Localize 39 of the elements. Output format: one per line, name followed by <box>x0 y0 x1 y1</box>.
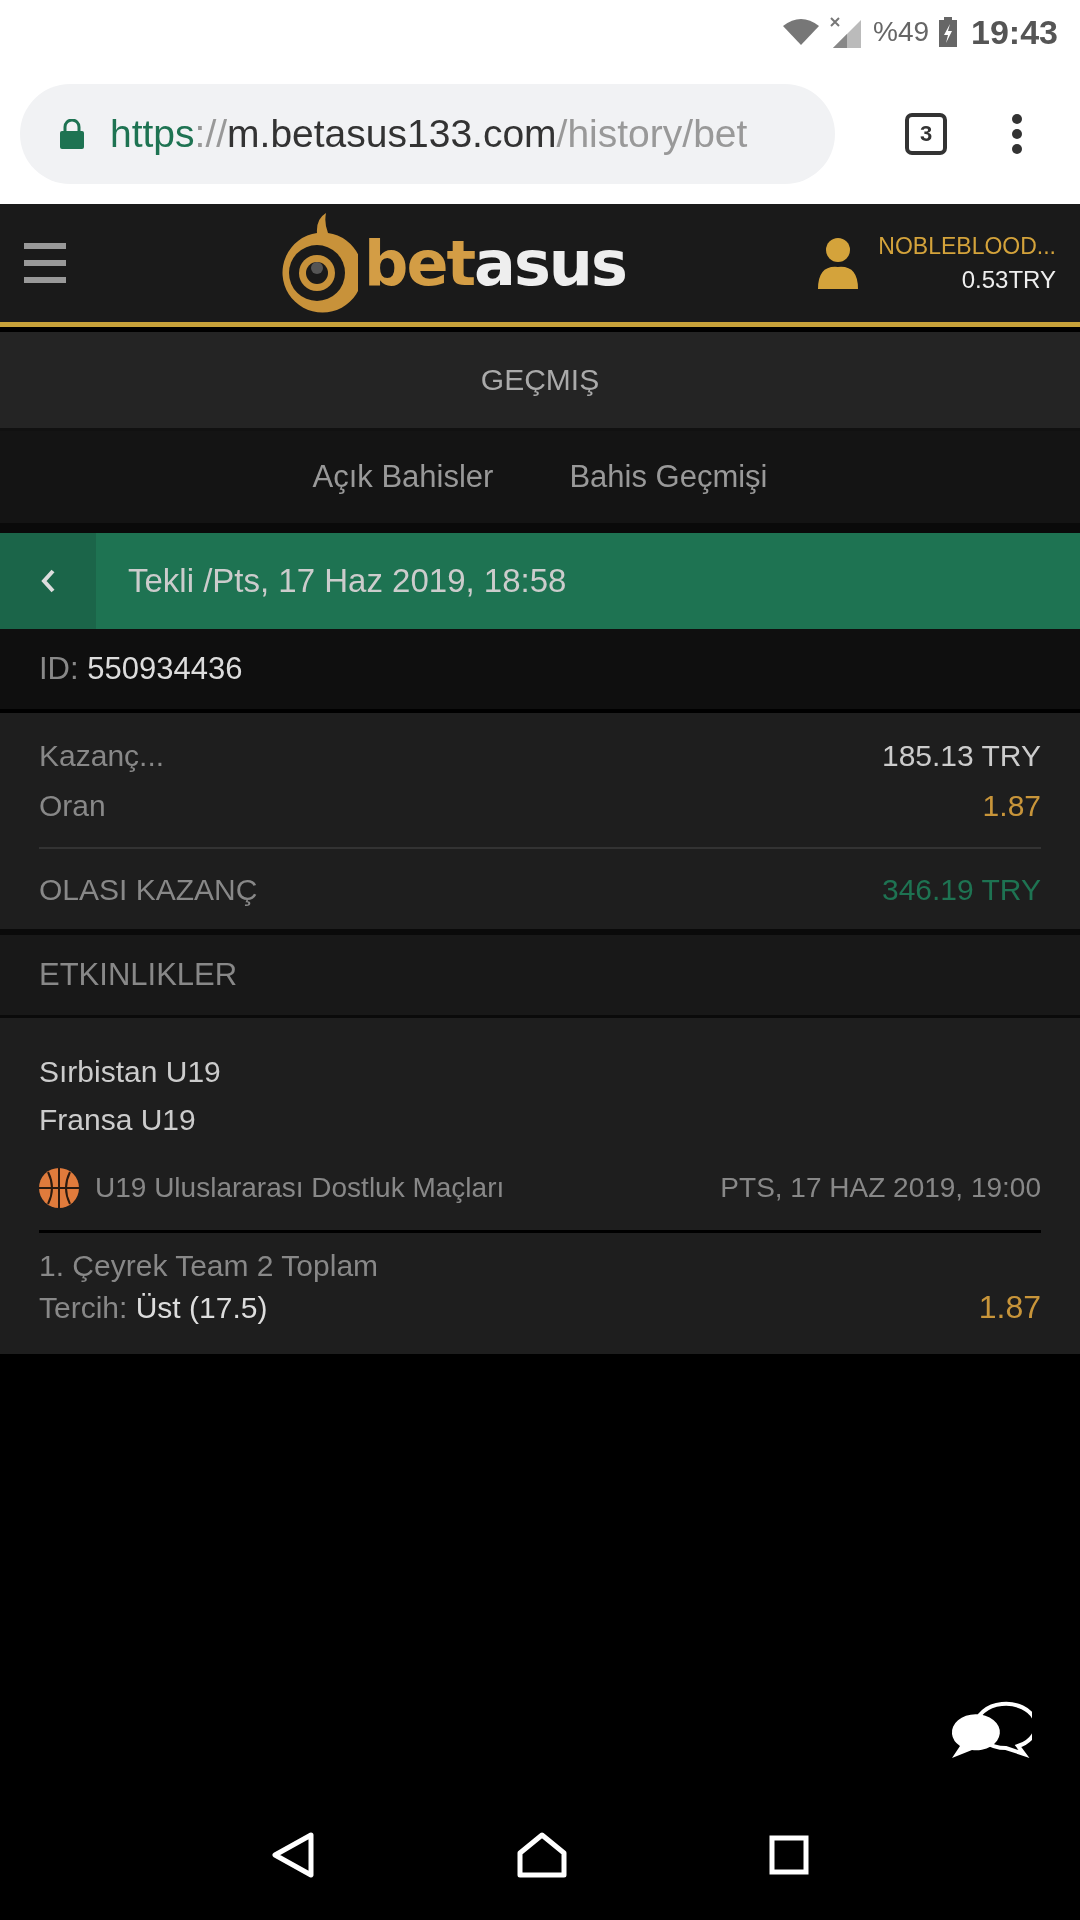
clock-time: 19:43 <box>971 12 1058 52</box>
bet-title: Tekli /Pts, 17 Haz 2019, 18:58 <box>128 562 567 600</box>
section-title: ETKINLIKLER <box>39 957 238 993</box>
tab[interactable]: Bahis Geçmişi <box>569 459 768 495</box>
menu-icon[interactable] <box>24 243 66 283</box>
selection: Tercih: Üst (17.5) <box>39 1290 268 1325</box>
summary-value: 346.19 TRY <box>882 873 1041 907</box>
summary-label: OLASI KAZANÇ <box>39 873 258 907</box>
battery-icon <box>939 17 958 47</box>
league-name: U19 Uluslararası Dostluk Maçları <box>95 1172 505 1204</box>
logo-wordmark: betasus <box>364 226 626 300</box>
user-icon[interactable] <box>818 237 859 289</box>
summary-label: Kazanç... <box>39 739 165 773</box>
bet-id: ID: 550934436 <box>39 651 243 687</box>
team-name: Sırbistan U19 <box>39 1054 222 1090</box>
event-start-time: PTS, 17 HAZ 2019, 19:00 <box>720 1172 1041 1204</box>
signal-icon <box>829 16 863 48</box>
url-text: https://m.betasus133.com/history/bet <box>110 112 748 156</box>
page-title: GEÇMIŞ <box>480 363 600 397</box>
summary-value: 185.13 TRY <box>882 739 1041 773</box>
basketball-icon <box>39 1168 79 1208</box>
tab[interactable]: Açık Bahisler <box>312 459 494 495</box>
address-bar[interactable]: https://m.betasus133.com/history/bet <box>20 84 835 184</box>
chevron-left-icon <box>40 568 56 594</box>
wifi-icon <box>783 18 819 46</box>
lock-icon <box>60 119 84 149</box>
more-options-icon[interactable] <box>1011 114 1023 154</box>
username: NOBLEBLOOD... <box>878 232 1056 260</box>
recent-apps-icon[interactable] <box>769 1835 809 1875</box>
tab-count-button[interactable]: 3 <box>905 113 947 155</box>
summary-value: 1.87 <box>982 789 1041 823</box>
team-name: Fransa U19 <box>39 1102 197 1138</box>
market-name: 1. Çeyrek Team 2 Toplam <box>39 1249 380 1283</box>
battery-percent: %49 <box>873 16 930 48</box>
home-icon[interactable] <box>517 1832 567 1878</box>
selection-odds: 1.87 <box>978 1289 1041 1326</box>
summary-label: Oran <box>39 789 106 823</box>
balance: 0.53TRY <box>961 265 1056 294</box>
back-nav-icon[interactable] <box>271 1832 315 1878</box>
